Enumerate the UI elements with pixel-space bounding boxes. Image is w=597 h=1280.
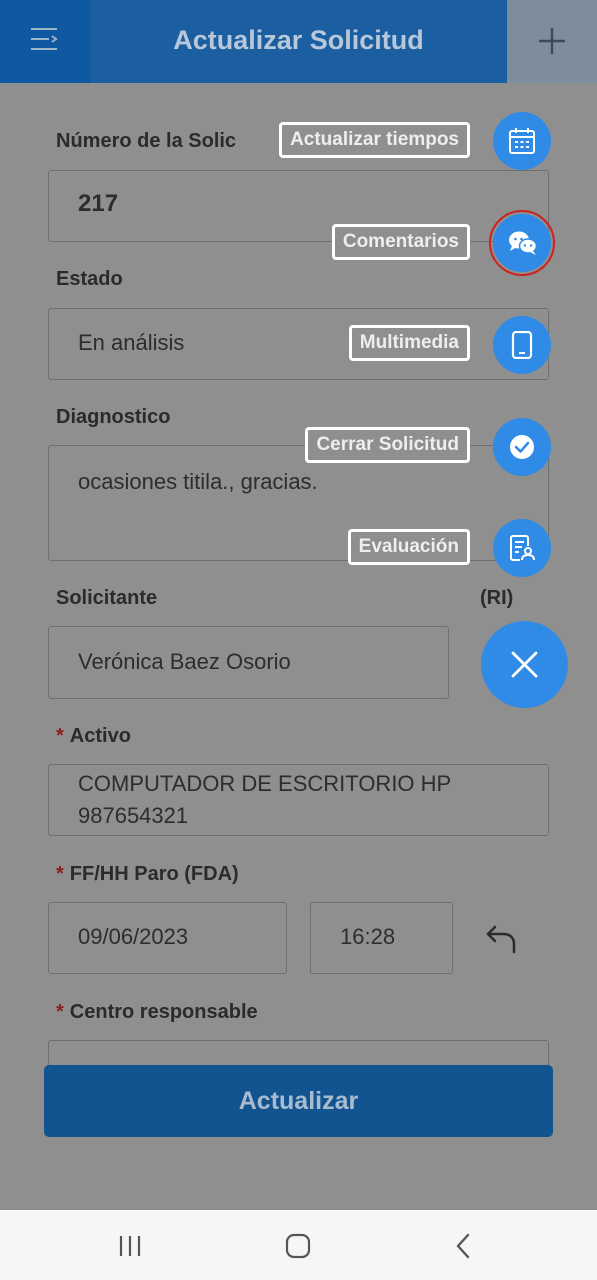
speed-dial-label-actualizar-tiempos[interactable]: Actualizar tiempos: [279, 122, 470, 158]
ffhh-label-text: FF/HH Paro (FDA): [69, 863, 239, 885]
fecha-field[interactable]: 09/06/2023: [48, 902, 287, 974]
required-mark: *: [56, 863, 64, 885]
calendar-icon: [509, 128, 535, 154]
solicitante-suffix: (RI): [480, 587, 514, 609]
estado-field[interactable]: En análisis: [48, 308, 549, 380]
home-icon[interactable]: [284, 1230, 312, 1260]
hora-value: 16:28: [340, 924, 396, 949]
speed-dial-label-multimedia[interactable]: Multimedia: [348, 325, 470, 361]
evaluation-icon: [510, 535, 535, 561]
speed-dial-cerrar-solicitud-button[interactable]: [493, 418, 551, 476]
speed-dial-label-comentarios[interactable]: Comentarios: [331, 224, 470, 260]
solicitante-label: Solicitante: [56, 587, 158, 609]
fecha-value: 09/06/2023: [78, 924, 189, 949]
centro-label: * Centro responsable: [56, 1001, 258, 1024]
diagnostico-field[interactable]: ocasiones titila., gracias.: [48, 445, 549, 561]
speed-dial-actualizar-tiempos-button[interactable]: [493, 112, 551, 170]
numero-label: Número de la Solic: [56, 130, 237, 152]
tablet-icon: [511, 331, 533, 359]
activo-line1: COMPUTADOR DE ESCRITORIO HP: [78, 771, 452, 796]
diagnostico-label: Diagnostico: [56, 406, 171, 428]
solicitante-value: Verónica Baez Osorio: [78, 649, 291, 674]
add-button[interactable]: [507, 0, 597, 83]
check-circle-icon: [510, 435, 534, 459]
plus-icon: [539, 28, 565, 54]
speed-dial-label-cerrar-solicitud[interactable]: Cerrar Solicitud: [305, 427, 470, 463]
undo-icon[interactable]: [486, 924, 518, 954]
speed-dial-evaluacion-button[interactable]: [493, 519, 551, 577]
ffhh-label: * FF/HH Paro (FDA): [56, 863, 239, 886]
diagnostico-value: ocasiones titila., gracias.: [78, 469, 318, 494]
chat-icon: [509, 231, 538, 255]
activo-line2: 987654321: [78, 803, 189, 828]
activo-label: * Activo: [56, 725, 131, 748]
system-nav-bar: [0, 1210, 597, 1280]
speed-dial-multimedia-button[interactable]: [493, 316, 551, 374]
menu-icon: [31, 28, 58, 50]
speed-dial-comentarios-button[interactable]: [493, 214, 551, 272]
numero-field[interactable]: 217: [48, 170, 549, 242]
required-mark: *: [56, 725, 64, 747]
recent-apps-icon[interactable]: [118, 1230, 142, 1260]
hora-field[interactable]: 16:28: [310, 902, 453, 974]
back-icon[interactable]: [454, 1230, 474, 1260]
speed-dial-close-button[interactable]: [481, 621, 568, 708]
numero-value: 217: [78, 190, 119, 217]
centro-label-text: Centro responsable: [69, 1001, 258, 1023]
required-mark: *: [56, 1001, 64, 1023]
activo-field[interactable]: COMPUTADOR DE ESCRITORIO HP 987654321: [48, 764, 549, 836]
app-header: Actualizar Solicitud: [0, 0, 597, 83]
close-icon: [511, 651, 538, 678]
activo-label-text: Activo: [69, 725, 131, 747]
update-button[interactable]: Actualizar: [44, 1065, 553, 1137]
estado-label: Estado: [56, 268, 123, 290]
estado-value: En análisis: [78, 330, 185, 355]
solicitante-field[interactable]: Verónica Baez Osorio: [48, 626, 449, 699]
menu-button[interactable]: [0, 0, 90, 83]
page-title: Actualizar Solicitud: [173, 25, 424, 55]
speed-dial-label-evaluacion[interactable]: Evaluación: [347, 529, 470, 565]
